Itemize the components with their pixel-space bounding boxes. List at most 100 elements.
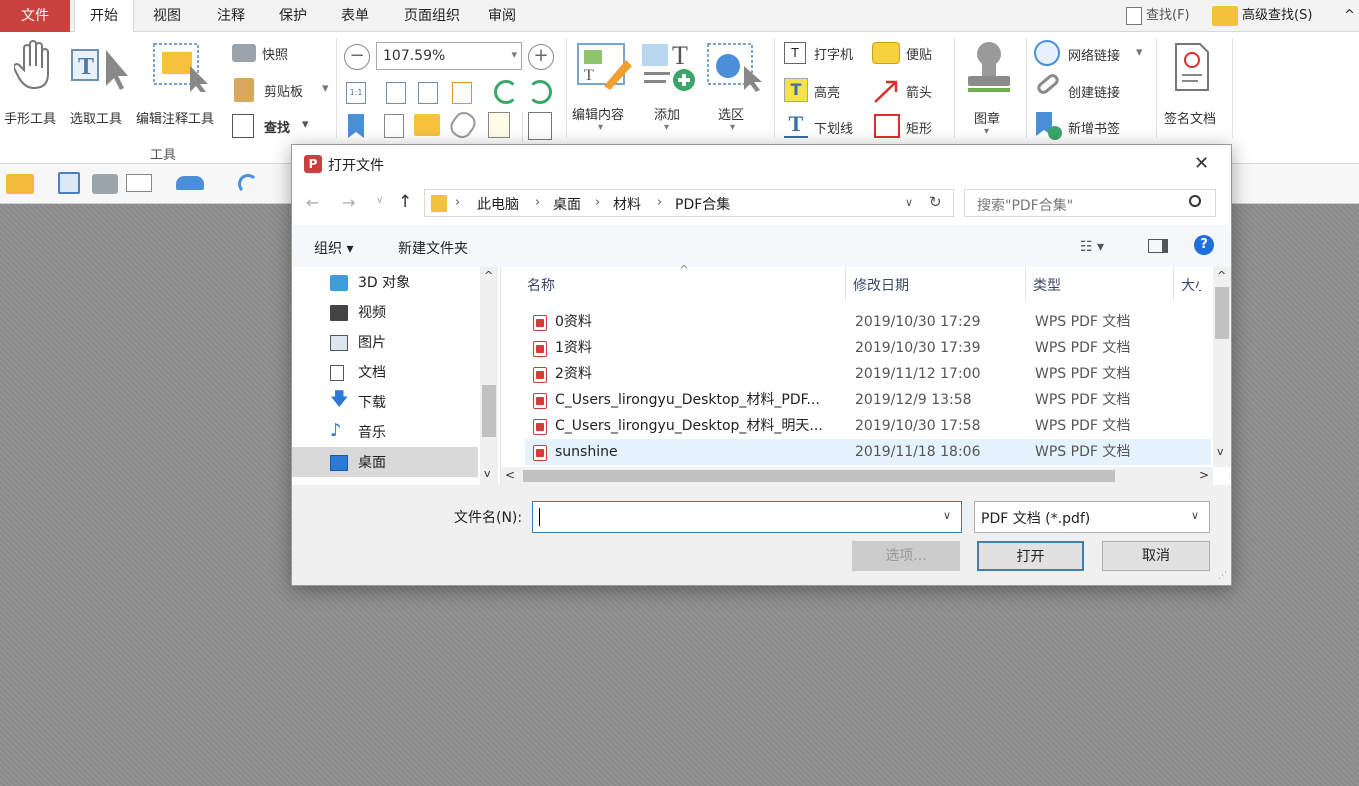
scroll-up-icon[interactable]: ^	[1217, 269, 1226, 282]
stamp-button[interactable]: 图章 ▾	[958, 38, 1020, 138]
nav-scrollbar[interactable]: ^ v	[480, 267, 498, 485]
layer-icon[interactable]	[488, 112, 510, 138]
menu-file[interactable]: 文件	[0, 0, 70, 32]
nav-desktop[interactable]: 桌面	[330, 449, 480, 477]
up-icon[interactable]: ↑	[398, 192, 412, 212]
note-button[interactable]: 便贴	[872, 42, 950, 66]
file-row[interactable]: 0资料 2019/10/30 17:29 WPS PDF 文档	[525, 309, 1211, 335]
select-tool-button[interactable]: T 选取工具	[70, 38, 134, 130]
new-bookmark-button[interactable]: 新增书签	[1034, 112, 1144, 140]
file-scroll-thumb[interactable]	[1215, 287, 1229, 339]
nav-documents[interactable]: 文档	[330, 359, 480, 387]
scroll-down-icon[interactable]: v	[1217, 445, 1224, 458]
open-button[interactable]: 打开	[977, 541, 1084, 571]
refresh-icon[interactable]: ↻	[929, 193, 942, 211]
breadcrumb-pdf-collection[interactable]: PDF合集	[675, 194, 730, 214]
attachment-icon[interactable]	[446, 108, 480, 142]
scan-icon[interactable]	[176, 176, 204, 190]
select-area-button[interactable]: 选区 ▾	[704, 38, 768, 138]
comment-icon[interactable]	[414, 114, 440, 136]
doc-settings-icon[interactable]	[528, 112, 552, 140]
highlight-button[interactable]: T 高亮	[784, 78, 864, 102]
column-name[interactable]: 名称	[527, 275, 555, 295]
file-vertical-scrollbar[interactable]: ^ v	[1213, 267, 1231, 467]
h-scroll-thumb[interactable]	[523, 470, 1115, 482]
tab-view[interactable]: 视图	[140, 0, 194, 32]
search-input[interactable]: 搜索"PDF合集"	[964, 189, 1216, 217]
close-icon[interactable]: ✕	[1194, 153, 1209, 174]
forward-icon[interactable]: →	[342, 193, 355, 212]
scroll-right-icon[interactable]: >	[1199, 468, 1209, 482]
find-ribbon-button[interactable]: 查找 ▾	[232, 112, 322, 140]
nav-downloads[interactable]: 🡇 下载	[330, 389, 480, 417]
web-link-button[interactable]: 网络链接 ▾	[1034, 40, 1154, 66]
hand-tool-button[interactable]: 手形工具	[4, 38, 66, 130]
email-icon[interactable]	[126, 174, 152, 192]
bookmark-icon[interactable]	[348, 114, 364, 138]
column-type[interactable]: 类型	[1033, 275, 1061, 295]
zoom-out-button[interactable]: −	[344, 44, 370, 70]
breadcrumb-desktop[interactable]: 桌面	[553, 194, 581, 214]
open-folder-icon[interactable]	[6, 174, 34, 194]
edit-annotation-tool-button[interactable]: 编辑注释工具	[134, 38, 228, 130]
back-icon[interactable]: ←	[306, 193, 319, 212]
add-button[interactable]: T 添加 ▾	[638, 38, 700, 138]
file-horizontal-scrollbar[interactable]: < >	[501, 467, 1213, 485]
file-row[interactable]: C_Users_lirongyu_Desktop_材料_明天... 2019/1…	[525, 413, 1211, 439]
sign-document-button[interactable]: 签名文档	[1160, 38, 1226, 138]
scroll-up-icon[interactable]: ^	[484, 269, 493, 282]
undo-icon[interactable]	[238, 174, 258, 194]
nav-scroll-thumb[interactable]	[482, 385, 496, 437]
breadcrumb-materials[interactable]: 材料	[613, 194, 641, 214]
tab-annotate[interactable]: 注释	[204, 0, 258, 32]
filename-input[interactable]: ∨	[532, 501, 962, 533]
actual-size-icon[interactable]: 1:1	[346, 82, 366, 104]
collapse-ribbon-button[interactable]: ^	[1344, 0, 1358, 32]
tab-page-organize[interactable]: 页面组织	[390, 0, 474, 32]
file-row[interactable]: 2资料 2019/11/12 17:00 WPS PDF 文档	[525, 361, 1211, 387]
zoom-select[interactable]: 107.59% ▾	[376, 42, 522, 70]
rectangle-button[interactable]: 矩形	[874, 112, 952, 140]
options-button[interactable]: 选项...	[852, 541, 960, 571]
nav-pictures[interactable]: 图片	[330, 329, 480, 357]
history-dropdown-icon[interactable]: ∨	[905, 196, 913, 209]
breadcrumb[interactable]: › 此电脑 › 桌面 › 材料 › PDF合集 ∨ ↻	[424, 189, 954, 217]
arrow-button[interactable]: 箭头	[872, 78, 950, 104]
find-button[interactable]: 查找(F)	[1126, 0, 1190, 32]
resize-grip-icon[interactable]: ⋰	[1218, 571, 1227, 581]
tab-review[interactable]: 审阅	[478, 0, 526, 32]
underline-button[interactable]: T 下划线	[784, 112, 874, 140]
save-icon[interactable]	[58, 172, 80, 194]
new-folder-button[interactable]: 新建文件夹	[398, 238, 468, 258]
rotate-left-icon[interactable]	[494, 80, 518, 104]
file-row-selected[interactable]: sunshine 2019/11/18 18:06 WPS PDF 文档	[525, 439, 1211, 465]
snapshot-button[interactable]: 快照	[232, 42, 312, 66]
create-link-button[interactable]: 创建链接	[1034, 71, 1144, 104]
typewriter-button[interactable]: T 打字机	[784, 42, 872, 66]
breadcrumb-this-pc[interactable]: 此电脑	[477, 194, 519, 214]
tab-home[interactable]: 开始	[74, 0, 134, 33]
cancel-button[interactable]: 取消	[1102, 541, 1210, 571]
pages-icon[interactable]	[384, 114, 404, 138]
chevron-down-icon[interactable]: ∨	[943, 509, 951, 522]
preview-pane-icon[interactable]	[1148, 239, 1168, 253]
scroll-down-icon[interactable]: v	[484, 467, 491, 480]
organize-button[interactable]: 组织 ▾	[314, 238, 353, 258]
tab-protect[interactable]: 保护	[266, 0, 320, 32]
column-size[interactable]: 大小	[1181, 275, 1201, 295]
recent-dropdown-icon[interactable]: ∨	[376, 195, 383, 206]
file-row[interactable]: C_Users_lirongyu_Desktop_材料_PDF... 2019/…	[525, 387, 1211, 413]
column-date[interactable]: 修改日期	[853, 275, 909, 295]
view-options-icon[interactable]: ☷ ▾	[1080, 239, 1104, 255]
fit-width-icon[interactable]	[418, 82, 438, 104]
clipboard-button[interactable]: 剪贴板 ▾	[232, 78, 332, 102]
tab-form[interactable]: 表单	[328, 0, 382, 32]
fit-visible-icon[interactable]	[452, 82, 472, 104]
nav-music[interactable]: ♪ 音乐	[330, 419, 480, 447]
advanced-find-button[interactable]: 高级查找(S)	[1212, 0, 1312, 32]
search-icon[interactable]	[1189, 195, 1201, 207]
file-row[interactable]: 1资料 2019/10/30 17:39 WPS PDF 文档	[525, 335, 1211, 361]
edit-content-button[interactable]: T 编辑内容 ▾	[572, 38, 636, 138]
filetype-select[interactable]: PDF 文档 (*.pdf) ∨	[974, 501, 1210, 533]
nav-3d-objects[interactable]: 3D 对象	[330, 269, 480, 297]
